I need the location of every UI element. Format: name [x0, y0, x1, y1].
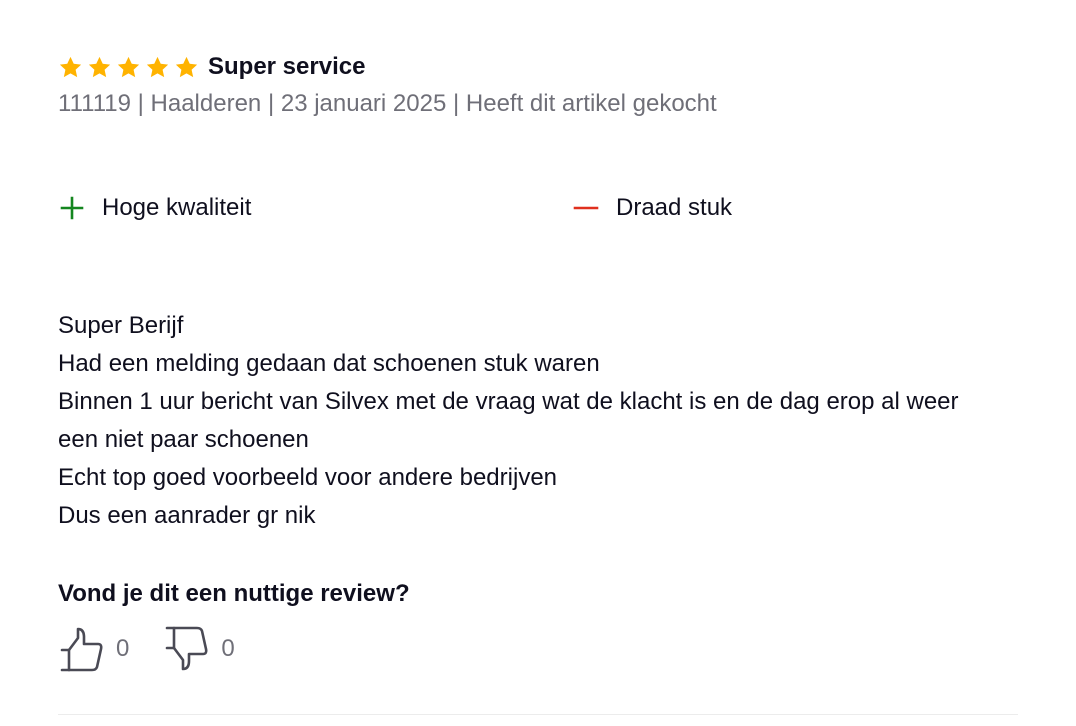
thumbs-down-icon: [163, 626, 209, 672]
con-label: Draad stuk: [616, 194, 733, 221]
review-body: Super Berijf Had een melding gedaan dat …: [58, 307, 1058, 535]
helpful-question: Vond je dit een nuttige review?: [58, 580, 410, 607]
vote-down-count: 0: [221, 635, 235, 662]
review-body-line: Dus een aanrader gr nik: [58, 502, 316, 529]
review-title: Super service: [208, 53, 366, 80]
thumbs-up-icon: [58, 626, 104, 672]
pros-cons: Hoge kwaliteit Draad stuk: [58, 194, 1058, 224]
star-icon: [58, 55, 83, 80]
star-icon: [174, 55, 199, 80]
review-meta: 111119 | Haalderen | 23 januari 2025 | H…: [58, 90, 717, 117]
minus-icon: [572, 194, 600, 222]
star-icon: [87, 55, 112, 80]
review-body-line: Had een melding gedaan dat schoenen stuk…: [58, 350, 600, 377]
star-icon: [116, 55, 141, 80]
rating-row: Super service: [58, 52, 365, 82]
review-body-line: Super Berijf: [58, 312, 184, 339]
review-body-line: Echt top goed voorbeeld voor andere bedr…: [58, 464, 558, 491]
review-body-line: Binnen 1 uur bericht van Silvex met de v…: [58, 388, 959, 415]
review-body-line: een niet paar schoenen: [58, 426, 309, 453]
helpful-votes: 0 0: [58, 626, 269, 672]
pro-label: Hoge kwaliteit: [102, 194, 252, 221]
divider: [58, 714, 1018, 715]
star-rating: [58, 55, 203, 80]
pro-item: Hoge kwaliteit: [58, 194, 251, 222]
con-item: Draad stuk: [572, 194, 732, 222]
vote-up-button[interactable]: 0: [58, 626, 129, 672]
vote-up-count: 0: [116, 635, 130, 662]
star-icon: [145, 55, 170, 80]
plus-icon: [58, 194, 86, 222]
vote-down-button[interactable]: 0: [163, 626, 235, 672]
